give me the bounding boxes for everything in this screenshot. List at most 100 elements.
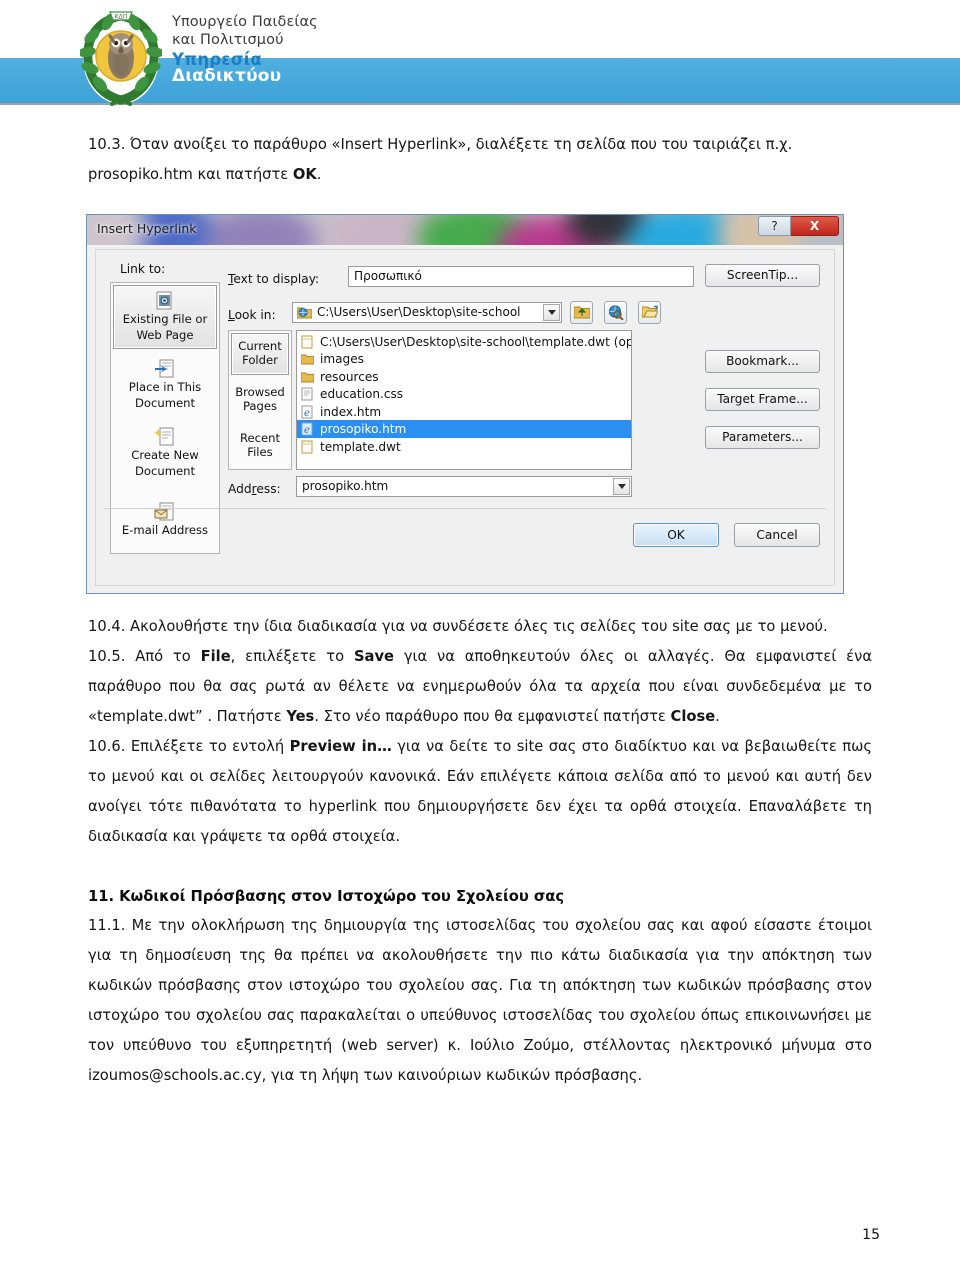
- place-in-document-icon: [155, 359, 174, 378]
- step-10-3-pre: prosopiko.htm και πατήστε: [88, 165, 293, 183]
- p105-yes-bold: Yes: [286, 707, 315, 725]
- p105-close-bold: Close: [670, 707, 716, 725]
- list-item[interactable]: images: [297, 350, 631, 368]
- stack-label-line1: Recent: [239, 431, 281, 446]
- rail-label-line2: Web Page: [136, 327, 194, 342]
- dialog-divider: [104, 507, 826, 509]
- p105-file-bold: File: [200, 647, 231, 665]
- dialog-body: Link to: Existing File or Web Page Place…: [87, 244, 843, 593]
- list-item-selected[interactable]: e prosopiko.htm: [297, 420, 631, 438]
- create-new-document-icon: [154, 427, 174, 446]
- rail-label-line2: Document: [134, 395, 196, 410]
- link-to-rail: Existing File or Web Page Place in This …: [110, 281, 220, 555]
- list-item[interactable]: resources: [297, 368, 631, 386]
- list-item[interactable]: C:\Users\User\Desktop\site-school\templa…: [297, 333, 631, 351]
- paragraph-10-3-line2: prosopiko.htm και πατήστε OK.: [88, 160, 872, 190]
- address-value: prosopiko.htm: [302, 479, 389, 494]
- look-in-dropdown-arrow[interactable]: [543, 303, 560, 321]
- ministry-logo: ΚΔΠ: [80, 6, 162, 106]
- rail-label-line1: Create New: [131, 448, 199, 463]
- look-in-combo[interactable]: C:\Users\User\Desktop\site-school: [292, 301, 562, 323]
- list-item-label: images: [320, 352, 364, 367]
- bookmark-button[interactable]: Bookmark...: [705, 349, 820, 373]
- open-folder-glyph: [641, 306, 658, 318]
- css-file-icon: [301, 387, 313, 401]
- existing-file-icon: [156, 291, 172, 310]
- paragraph-10-6: 10.6. Επιλέξετε το εντολή Preview in… γι…: [88, 732, 872, 852]
- folder-globe-icon: [297, 307, 312, 319]
- stack-label-line2: Files: [247, 444, 273, 459]
- look-in-value: C:\Users\User\Desktop\site-school: [317, 305, 521, 320]
- step-10-3-ok-bold: OK: [292, 165, 317, 183]
- paragraph-10-3-line1: 10.3. Όταν ανοίξει το παράθυρο «Insert H…: [88, 136, 793, 153]
- owl-laurel-emblem-icon: ΚΔΠ: [80, 11, 162, 106]
- browse-web-icon[interactable]: [604, 300, 627, 324]
- text-to-display-label: Text to display:: [228, 271, 320, 286]
- list-item[interactable]: template.dwt: [297, 438, 631, 456]
- globe-search-glyph: [608, 305, 624, 320]
- p106-preview-bold: Preview in…: [289, 737, 392, 755]
- address-dropdown-arrow[interactable]: [613, 477, 630, 495]
- step-10-3-post: .: [316, 165, 322, 183]
- text-to-display-value: Προσωπικό: [354, 269, 422, 284]
- p105-t1: 10.5. Από το: [88, 647, 201, 665]
- list-item-label: prosopiko.htm: [320, 422, 407, 437]
- email-address-icon: [154, 502, 174, 521]
- folder-icon: [301, 354, 314, 365]
- svg-text:e: e: [304, 408, 310, 419]
- dialog-title: Insert Hyperlink: [97, 220, 197, 236]
- rail-label-line2: Document: [134, 463, 196, 478]
- dialog-inner-frame: Link to: Existing File or Web Page Place…: [95, 248, 835, 586]
- stack-item-recent-files[interactable]: Recent Files: [229, 423, 291, 469]
- target-frame-button[interactable]: Target Frame...: [705, 387, 820, 411]
- stack-label-line1: Current: [238, 339, 282, 354]
- p105-t5: .: [715, 707, 720, 725]
- stack-item-current-folder[interactable]: Current Folder: [231, 332, 289, 375]
- ok-button[interactable]: OK: [633, 522, 719, 547]
- list-item-label: C:\Users\User\Desktop\site-school\templa…: [320, 334, 632, 349]
- document-body: 10.3. Όταν ανοίξει το παράθυρο «Insert H…: [0, 112, 960, 1091]
- titlebar-blurred-wallpaper: [87, 214, 843, 245]
- header-line-1: Υπουργείο Παιδείας: [172, 14, 318, 30]
- insert-hyperlink-dialog-screenshot: Insert Hyperlink ? X Link to: Existing F…: [86, 213, 844, 594]
- list-item-label: index.htm: [320, 404, 382, 419]
- list-item[interactable]: e index.htm: [297, 403, 631, 421]
- ie-html-icon: e: [301, 422, 313, 436]
- document-icon: [301, 335, 313, 349]
- p105-t4: . Στο νέο παράθυρο που θα εμφανιστεί πατ…: [314, 707, 671, 725]
- up-one-folder-icon[interactable]: [570, 300, 593, 324]
- link-to-label: Link to:: [120, 261, 166, 276]
- close-icon[interactable]: X: [791, 215, 839, 236]
- rail-item-create-new-document[interactable]: Create New Document: [111, 419, 219, 487]
- rail-label-line1: Place in This: [128, 380, 202, 395]
- rail-item-email-address[interactable]: E-mail Address: [111, 487, 219, 555]
- ie-html-icon: e: [301, 405, 313, 419]
- text-to-display-input[interactable]: Προσωπικό: [348, 265, 694, 287]
- browse-mode-stack: Current Folder Browsed Pages Recent File…: [228, 329, 292, 470]
- p105-t2: , επιλέξετε το: [230, 647, 354, 665]
- header-title-block: Υπουργείο Παιδείας και Πολιτισμού Υπηρεσ…: [172, 14, 318, 70]
- header-line-4: Διαδικτύου: [172, 66, 282, 86]
- folder-icon: [301, 372, 314, 383]
- p106-t1: 10.6. Επιλέξετε το εντολή: [88, 737, 290, 755]
- stack-label-line2: Pages: [242, 398, 278, 413]
- rail-item-place-in-document[interactable]: Place in This Document: [111, 351, 219, 419]
- rail-item-existing-file[interactable]: Existing File or Web Page: [113, 284, 217, 349]
- page-number: 15: [862, 1227, 880, 1243]
- file-list[interactable]: C:\Users\User\Desktop\site-school\templa…: [296, 329, 632, 470]
- screentip-button[interactable]: ScreenTip...: [705, 263, 820, 287]
- list-item[interactable]: education.css: [297, 385, 631, 403]
- address-label: Address:: [228, 481, 281, 496]
- browse-file-icon[interactable]: [638, 300, 661, 324]
- stack-label-line1: Browsed: [235, 385, 285, 400]
- address-input[interactable]: prosopiko.htm: [296, 475, 632, 497]
- page-header: ΚΔΠ Υπουργείο Παιδείας και Πολιτισμού Υπ…: [0, 0, 960, 112]
- cancel-button[interactable]: Cancel: [734, 522, 820, 547]
- help-icon[interactable]: ?: [758, 215, 791, 236]
- stack-item-browsed-pages[interactable]: Browsed Pages: [229, 377, 291, 423]
- svg-text:e: e: [304, 425, 310, 436]
- parameters-button[interactable]: Parameters...: [705, 425, 820, 449]
- document-icon: [301, 440, 313, 454]
- paragraph-10-5: 10.5. Από το File, επιλέξετε το Save για…: [88, 642, 872, 732]
- rail-label-line1: E-mail Address: [121, 523, 209, 538]
